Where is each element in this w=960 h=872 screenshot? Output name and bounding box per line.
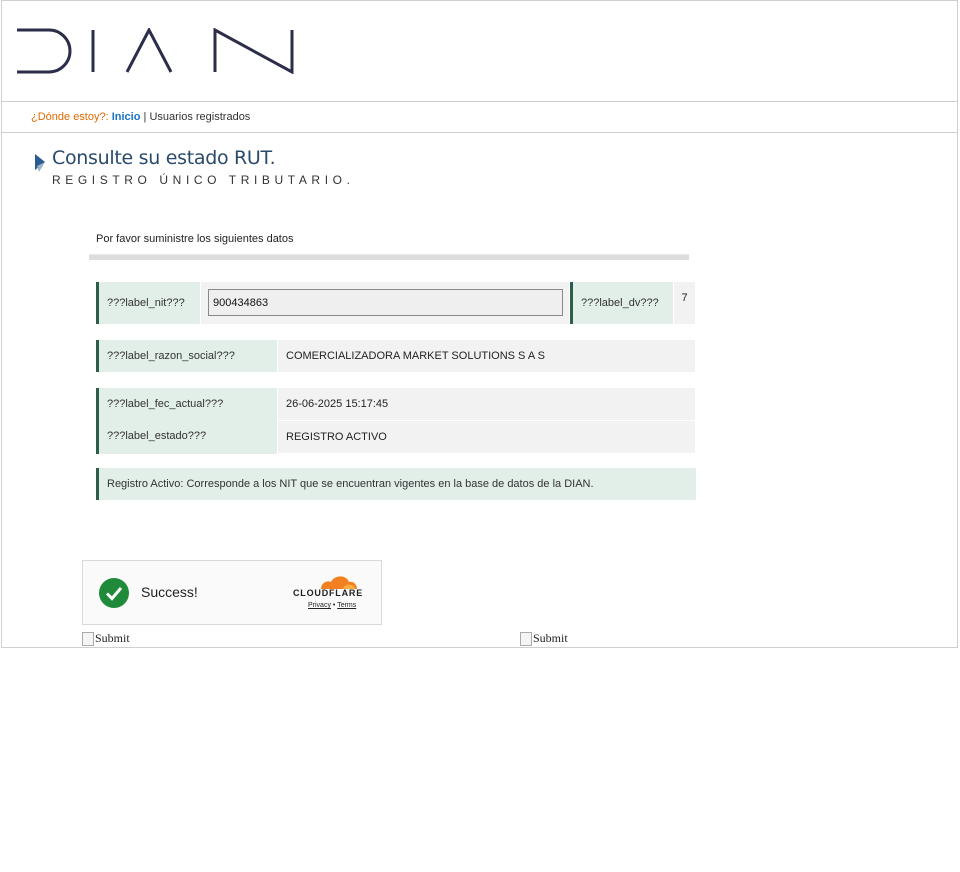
link-separator: • (332, 602, 336, 609)
razon-social-label: ???label_razon_social??? (96, 340, 277, 372)
submit-right-alt-text: Submit (533, 631, 568, 645)
fecha-actual-label: ???label_fec_actual??? (107, 398, 224, 410)
razon-social-value: COMERCIALIZADORA MARKET SOLUTIONS S A S (278, 340, 695, 372)
cloudflare-brand: CLOUDFLARE (293, 588, 363, 598)
terms-link[interactable]: Terms (337, 602, 356, 609)
breadcrumb-separator: | (143, 111, 147, 123)
captcha-status: Success! (141, 584, 198, 600)
breadcrumb-current: Usuarios registrados (149, 111, 251, 123)
submit-button-right[interactable]: Submit (520, 631, 568, 646)
cloudflare-turnstile-widget[interactable]: Success! CLOUDFLARE Privacy • Terms (82, 560, 382, 625)
title-arrow-icon (35, 154, 45, 172)
breadcrumb: ¿Dónde estoy?: Inicio | Usuarios registr… (1, 101, 958, 133)
nit-label: ???label_nit??? (96, 282, 200, 324)
broken-image-icon (82, 631, 94, 646)
registro-activo-note: Registro Activo: Corresponde a los NIT q… (96, 468, 696, 500)
privacy-link[interactable]: Privacy (308, 602, 331, 609)
success-check-icon (99, 578, 129, 608)
breadcrumb-where-label: ¿Dónde estoy?: (31, 111, 109, 123)
dv-label: ???label_dv??? (570, 282, 673, 324)
status-labels-cell: ???label_fec_actual??? ???label_estado??… (96, 388, 277, 454)
dian-logo (17, 28, 294, 74)
form-instructions: Por favor suministre los siguientes dato… (96, 233, 294, 245)
broken-image-icon (520, 631, 532, 646)
submit-left-alt-text: Submit (95, 631, 130, 645)
submit-button-left[interactable]: Submit (82, 631, 130, 646)
breadcrumb-home-link[interactable]: Inicio (112, 111, 141, 123)
cloudflare-links: Privacy • Terms (308, 602, 356, 609)
estado-label: ???label_estado??? (107, 430, 207, 442)
page-frame (1, 0, 958, 648)
page-subtitle: REGISTRO ÚNICO TRIBUTARIO. (52, 173, 355, 187)
page-title: Consulte su estado RUT. (52, 147, 276, 169)
nit-input[interactable] (208, 289, 563, 316)
dv-value: 7 (674, 282, 695, 324)
divider (89, 254, 689, 260)
estado-value: REGISTRO ACTIVO (278, 421, 695, 453)
fecha-actual-value: 26-06-2025 15:17:45 (278, 388, 695, 420)
